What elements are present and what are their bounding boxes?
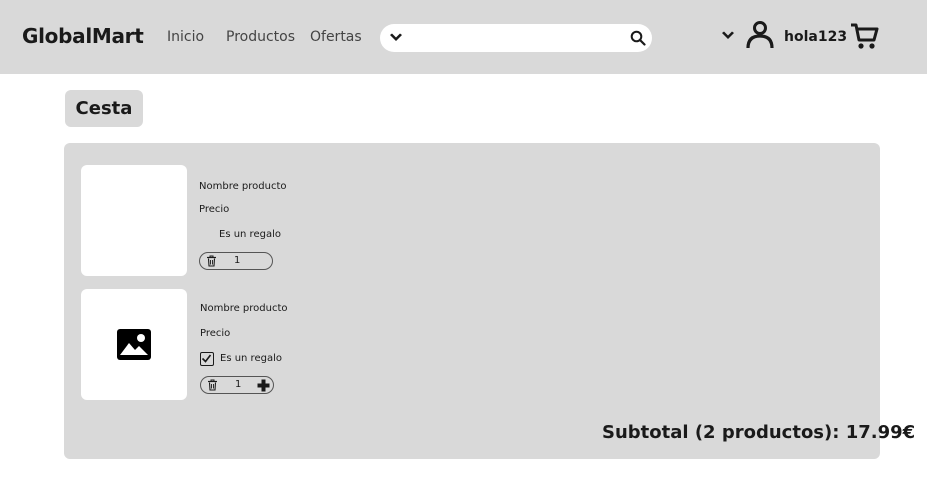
chevron-down-icon[interactable] xyxy=(388,30,404,46)
user-icon[interactable] xyxy=(745,20,775,50)
trash-icon[interactable] xyxy=(206,255,217,267)
gift-label: Es un regalo xyxy=(219,229,281,240)
product-price: Precio xyxy=(200,328,231,339)
nav-link-ofertas[interactable]: Ofertas xyxy=(310,29,362,45)
check-icon xyxy=(201,354,212,363)
product-image[interactable] xyxy=(81,289,187,400)
username-label[interactable]: hola123 xyxy=(784,29,847,45)
quantity-stepper: 1 xyxy=(199,252,273,270)
quantity-value[interactable]: 1 xyxy=(235,379,241,390)
subtotal-text: Subtotal (2 productos): 17.99€ xyxy=(602,422,916,443)
basket-title: Cesta xyxy=(65,90,143,127)
product-name[interactable]: Nombre producto xyxy=(200,303,288,314)
product-image[interactable] xyxy=(81,165,187,276)
chevron-down-icon[interactable] xyxy=(720,28,736,44)
product-price: Precio xyxy=(199,204,230,215)
search-bar xyxy=(380,24,652,52)
quantity-value[interactable]: 1 xyxy=(234,255,240,266)
gift-checkbox[interactable] xyxy=(200,352,214,366)
nav-link-productos[interactable]: Productos xyxy=(226,29,295,45)
search-input[interactable] xyxy=(410,28,620,48)
nav-link-inicio[interactable]: Inicio xyxy=(167,29,204,45)
search-icon[interactable] xyxy=(630,30,646,46)
site-logo[interactable]: GlobalMart xyxy=(22,24,144,48)
cart-icon[interactable] xyxy=(850,22,880,50)
top-header: GlobalMart Inicio Productos Ofertas hola… xyxy=(0,0,927,74)
quantity-stepper: 1 xyxy=(200,376,274,394)
product-name[interactable]: Nombre producto xyxy=(199,181,287,192)
gift-label: Es un regalo xyxy=(220,353,282,364)
plus-icon[interactable] xyxy=(257,379,270,392)
trash-icon[interactable] xyxy=(207,379,218,391)
image-placeholder-icon xyxy=(117,329,151,360)
